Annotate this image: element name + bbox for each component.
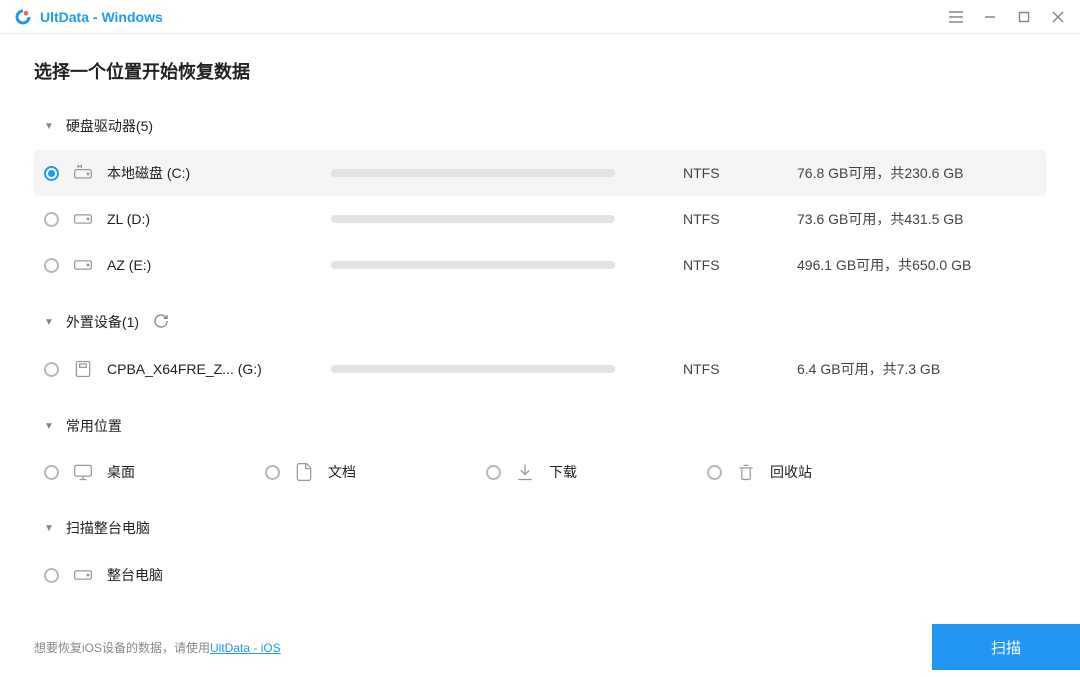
drive-name: ZL (D:) [107, 211, 317, 227]
removable-disk-icon [73, 359, 93, 379]
drive-space: 496.1 GB可用，共650.0 GB [797, 255, 971, 275]
close-button[interactable] [1048, 7, 1068, 27]
drive-fs: NTFS [683, 165, 783, 181]
drive-fs: NTFS [683, 361, 783, 377]
common-label: 回收站 [770, 462, 812, 482]
radio[interactable] [44, 465, 59, 480]
titlebar: UltData - Windows [0, 0, 1080, 34]
drive-usage-bar [331, 365, 615, 373]
drive-fs: NTFS [683, 211, 783, 227]
disk-icon [73, 255, 93, 275]
desktop-icon [73, 462, 93, 482]
download-icon [515, 462, 535, 482]
chevron-down-icon: ▼ [44, 121, 54, 132]
section-title: 硬盘驱动器(5) [66, 116, 153, 136]
disk-icon [73, 565, 93, 585]
common-desktop[interactable]: 桌面 [44, 462, 135, 482]
drive-row-d[interactable]: ZL (D:) NTFS 73.6 GB可用，共431.5 GB [34, 196, 1046, 242]
radio-selected[interactable] [44, 166, 59, 181]
section-whole-computer: ▼ 扫描整台电脑 整台电脑 [34, 504, 1046, 598]
menu-icon[interactable] [946, 7, 966, 27]
section-title: 常用位置 [66, 416, 122, 436]
content: 选择一个位置开始恢复数据 ▼ 硬盘驱动器(5) 本地磁盘 (C:) NTFS 7… [0, 34, 1080, 617]
common-recycle-bin[interactable]: 回收站 [707, 462, 812, 482]
common-downloads[interactable]: 下载 [486, 462, 577, 482]
chevron-down-icon: ▼ [44, 317, 54, 328]
section-title: 扫描整台电脑 [66, 518, 150, 538]
page-title: 选择一个位置开始恢复数据 [34, 58, 1046, 84]
radio[interactable] [265, 465, 280, 480]
common-label: 桌面 [107, 462, 135, 482]
drive-row-e[interactable]: AZ (E:) NTFS 496.1 GB可用，共650.0 GB [34, 242, 1046, 288]
drive-space: 6.4 GB可用，共7.3 GB [797, 359, 940, 379]
trash-icon [736, 462, 756, 482]
footer-prefix: 想要恢复iOS设备的数据，请使用 [34, 641, 210, 655]
drive-row-c[interactable]: 本地磁盘 (C:) NTFS 76.8 GB可用，共230.6 GB [34, 150, 1046, 196]
whole-computer-label: 整台电脑 [107, 565, 317, 585]
system-disk-icon [73, 163, 93, 183]
app-logo-icon [14, 8, 32, 26]
section-header-external[interactable]: ▼ 外置设备(1) [34, 298, 1046, 346]
footer-hint: 想要恢复iOS设备的数据，请使用UltData - iOS [34, 639, 281, 656]
section-hard-drives: ▼ 硬盘驱动器(5) 本地磁盘 (C:) NTFS 76.8 GB可用，共230… [34, 102, 1046, 288]
app-title: UltData - Windows [40, 9, 163, 25]
radio[interactable] [44, 568, 59, 583]
radio[interactable] [707, 465, 722, 480]
whole-computer-row[interactable]: 整台电脑 [34, 552, 1046, 598]
footer-link-ios[interactable]: UltData - iOS [210, 641, 281, 655]
drive-usage-bar [331, 215, 615, 223]
radio[interactable] [486, 465, 501, 480]
minimize-button[interactable] [980, 7, 1000, 27]
drive-usage-bar [331, 261, 615, 269]
maximize-button[interactable] [1014, 7, 1034, 27]
footer: 想要恢复iOS设备的数据，请使用UltData - iOS 扫描 [0, 617, 1080, 677]
section-header-drives[interactable]: ▼ 硬盘驱动器(5) [34, 102, 1046, 150]
drive-name: AZ (E:) [107, 257, 317, 273]
section-header-common[interactable]: ▼ 常用位置 [34, 402, 1046, 450]
drive-name: CPBA_X64FRE_Z... (G:) [107, 361, 317, 377]
scan-button[interactable]: 扫描 [932, 624, 1080, 670]
drive-usage-bar [331, 169, 615, 177]
section-common: ▼ 常用位置 桌面 文档 [34, 402, 1046, 494]
common-label: 下载 [549, 462, 577, 482]
chevron-down-icon: ▼ [44, 523, 54, 534]
chevron-down-icon: ▼ [44, 421, 54, 432]
section-header-whole[interactable]: ▼ 扫描整台电脑 [34, 504, 1046, 552]
drive-row-g[interactable]: CPBA_X64FRE_Z... (G:) NTFS 6.4 GB可用，共7.3… [34, 346, 1046, 392]
common-documents[interactable]: 文档 [265, 462, 356, 482]
section-title: 外置设备(1) [66, 312, 139, 332]
drive-space: 76.8 GB可用，共230.6 GB [797, 163, 964, 183]
radio[interactable] [44, 362, 59, 377]
radio[interactable] [44, 258, 59, 273]
drive-space: 73.6 GB可用，共431.5 GB [797, 209, 964, 229]
document-icon [294, 462, 314, 482]
drive-name: 本地磁盘 (C:) [107, 163, 317, 183]
radio[interactable] [44, 212, 59, 227]
disk-icon [73, 209, 93, 229]
section-external: ▼ 外置设备(1) CPBA_X64FRE_Z... (G:) NTFS 6.4… [34, 298, 1046, 392]
common-label: 文档 [328, 462, 356, 482]
drive-fs: NTFS [683, 257, 783, 273]
refresh-icon[interactable] [153, 313, 171, 331]
